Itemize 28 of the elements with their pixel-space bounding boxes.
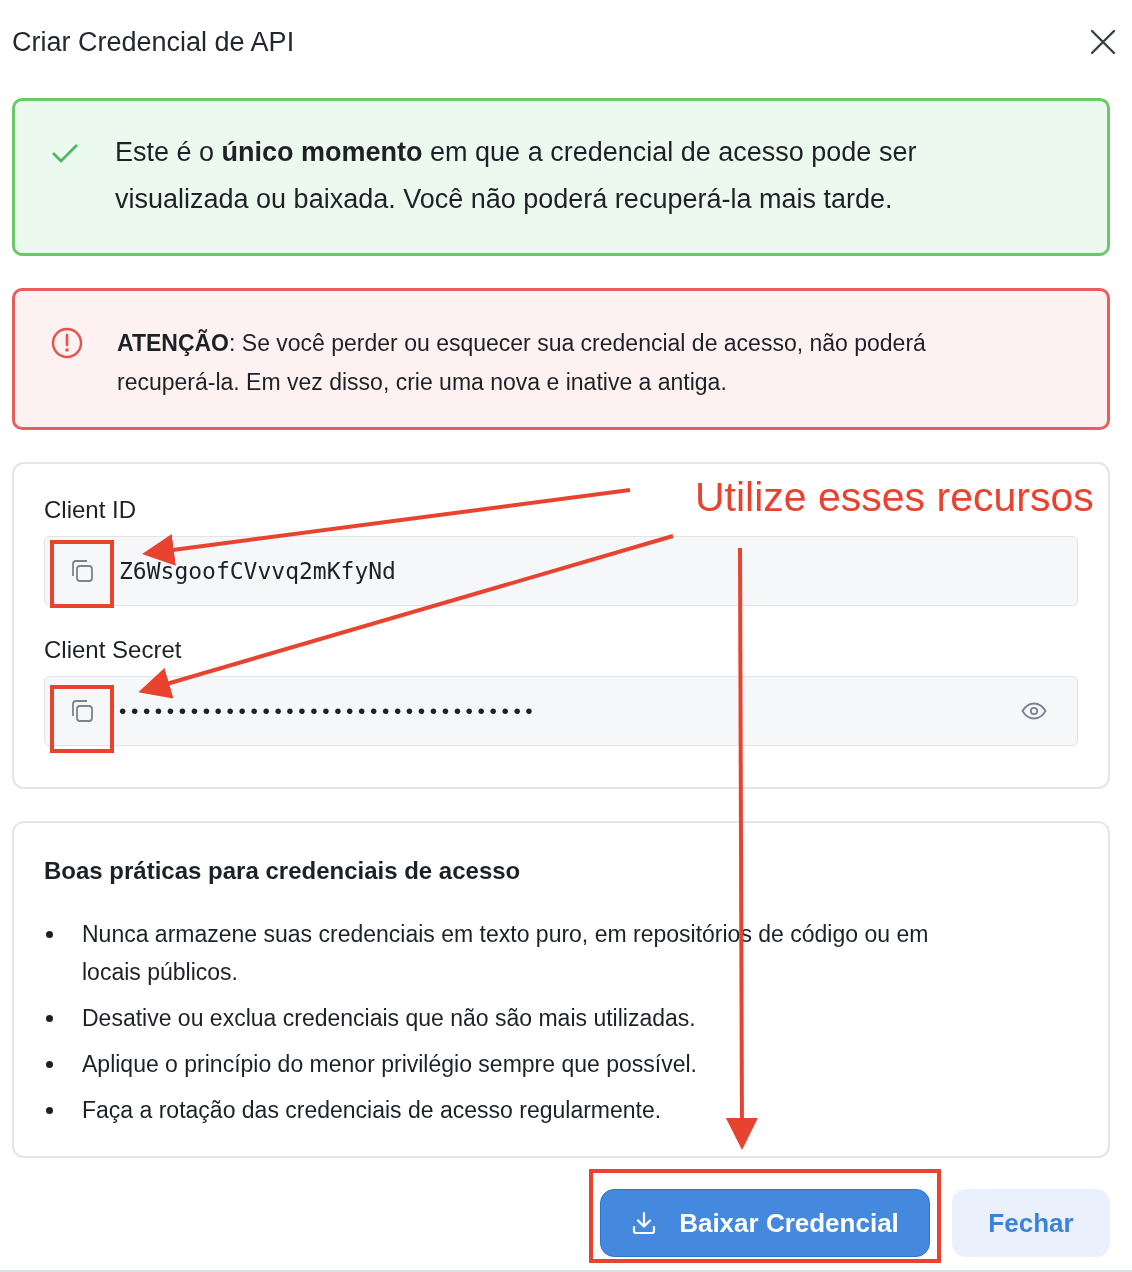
field-value: Z6WsgoofCVvvq2mKfyNd	[119, 558, 396, 584]
close-icon[interactable]	[1090, 29, 1116, 55]
annotation-text: Utilize esses recursos	[695, 474, 1094, 521]
section-heading: Boas práticas para credenciais de acesso	[44, 857, 521, 884]
bullet-icon	[46, 1015, 53, 1022]
credential-field[interactable]: Z6WsgoofCVvvq2mKfyNd	[44, 536, 1078, 606]
list-item: Faça a rotação das credenciais de acesso regularmente.	[82, 1096, 662, 1125]
alert-icon	[51, 327, 83, 359]
bullet-icon	[46, 1107, 53, 1114]
download-icon	[631, 1210, 658, 1236]
highlight-frame	[50, 540, 114, 608]
bullet-icon	[46, 931, 53, 938]
field-label: Client ID	[44, 496, 137, 524]
list-item: Desative ou exclua credenciais que não são mais utilizadas.	[82, 1004, 696, 1033]
credential-field[interactable]: •••••••••••••••••••••••••••••••••••	[44, 676, 1078, 746]
warning-text: ATENÇÃO: Se você perder ou esquecer sua credencial de acesso, não poderá recuperá-la. Em vez disso, crie uma nova e inative a antiga.	[117, 328, 927, 397]
field-value: •••••••••••••••••••••••••••••••••••	[119, 699, 539, 723]
notice-text: Este é o único momento em que a credencial de acesso pode ser visualizada ou baixada. Você não poderá recuperá-la mais tarde.	[115, 136, 918, 216]
eye-icon[interactable]	[1021, 702, 1047, 720]
copy-icon[interactable]	[69, 698, 95, 724]
dialog-title: Criar Credencial de API	[12, 26, 295, 58]
download-button[interactable]: Baixar Credencial	[600, 1189, 930, 1257]
highlight-frame	[50, 685, 114, 753]
bullet-icon	[46, 1061, 53, 1068]
check-icon	[51, 143, 79, 163]
copy-icon[interactable]	[69, 558, 95, 584]
field-label: Client Secret	[44, 636, 182, 664]
list-item: Aplique o princípio do menor privilégio sempre que possível.	[82, 1050, 697, 1079]
